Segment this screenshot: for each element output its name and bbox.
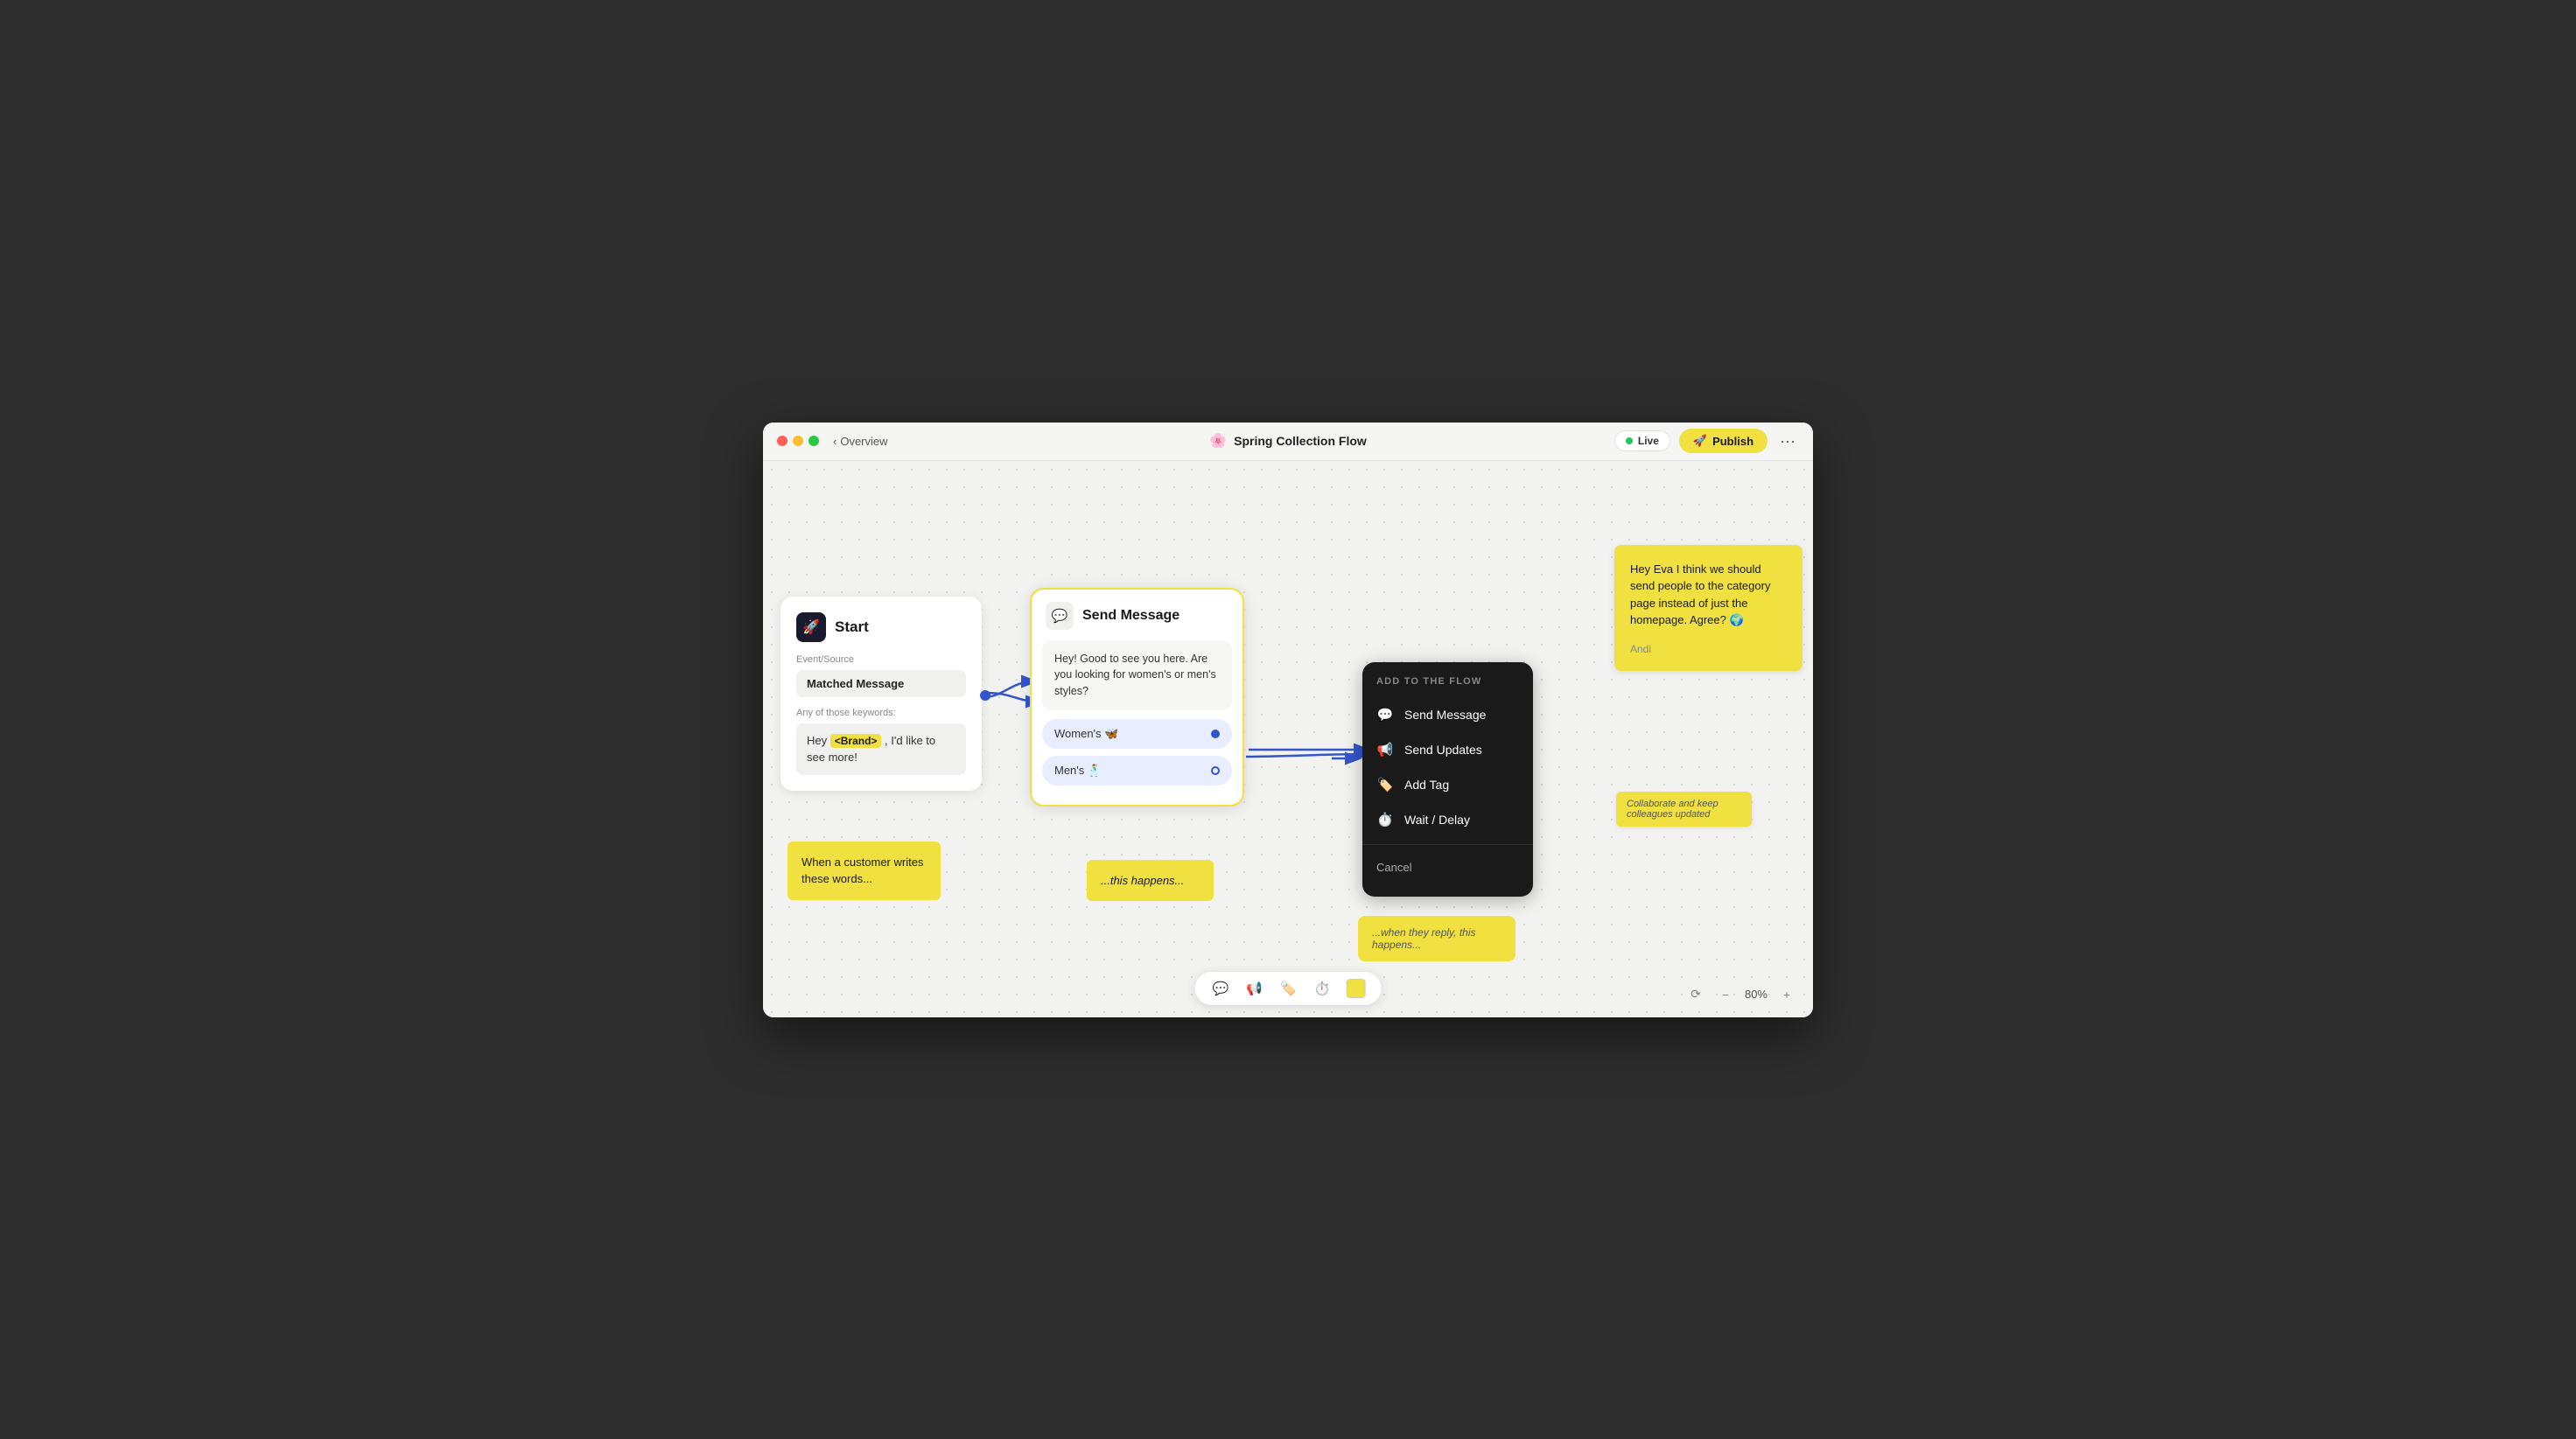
choice-womens[interactable]: Women's 🦋 — [1042, 719, 1232, 749]
add-flow-title: ADD TO THE FLOW — [1362, 676, 1533, 697]
choice-womens-connector — [1211, 730, 1220, 738]
collaborate-text: Collaborate and keep colleagues updated — [1627, 799, 1718, 820]
flow-emoji: 🌸 — [1209, 432, 1227, 450]
comment-author: Andi — [1630, 643, 1787, 655]
send-message-label: Send Message — [1404, 708, 1486, 722]
start-node[interactable]: 🚀 Start Event/Source Matched Message Any… — [780, 597, 982, 791]
sticky-this-happens-text: ...this happens... — [1101, 874, 1184, 887]
start-node-header: 🚀 Start — [796, 612, 966, 642]
zoom-level: 80% — [1745, 988, 1768, 1001]
keyword-box: Hey <Brand> , I'd like to see more! — [796, 723, 966, 775]
titlebar: ‹ Overview 🌸 Spring Collection Flow Live… — [763, 423, 1813, 461]
zoom-out-button[interactable]: − — [1715, 984, 1736, 1005]
menu-add-tag[interactable]: 🏷️ Add Tag — [1362, 767, 1533, 802]
titlebar-actions: Live 🚀 Publish ··· — [1614, 429, 1799, 454]
send-message-node[interactable]: 💬 Send Message Hey! Good to see you here… — [1030, 588, 1244, 807]
flow-title-area: 🌸 Spring Collection Flow — [1209, 432, 1367, 450]
add-tag-icon: 🏷️ — [1376, 777, 1394, 793]
choice-mens-connector — [1211, 766, 1220, 775]
back-chevron: ‹ — [833, 435, 836, 448]
back-label: Overview — [840, 435, 887, 448]
message-node-title: Send Message — [1082, 608, 1180, 624]
event-value: Matched Message — [796, 670, 966, 697]
start-title: Start — [835, 618, 869, 636]
minimize-dot[interactable] — [793, 436, 803, 446]
send-updates-icon: 📢 — [1376, 742, 1394, 758]
sticky-when-customer: When a customer writes these words... — [788, 842, 941, 900]
toolbar-delay-icon[interactable]: ⏱️ — [1312, 979, 1333, 998]
maximize-dot[interactable] — [808, 436, 819, 446]
menu-send-message[interactable]: 💬 Send Message — [1362, 697, 1533, 732]
zoom-in-button[interactable]: + — [1776, 984, 1797, 1005]
toolbar-message-icon[interactable]: 💬 — [1211, 979, 1231, 998]
message-node-header: 💬 Send Message — [1032, 590, 1242, 640]
event-source-label: Event/Source — [796, 654, 966, 665]
flow-canvas[interactable]: 🚀 Start Event/Source Matched Message Any… — [763, 461, 1813, 1017]
send-updates-label: Send Updates — [1404, 743, 1482, 757]
menu-wait-delay[interactable]: ⏱️ Wait / Delay — [1362, 802, 1533, 837]
wait-delay-label: Wait / Delay — [1404, 813, 1470, 827]
toolbar-updates-icon[interactable]: 📢 — [1244, 979, 1264, 998]
flow-name: Spring Collection Flow — [1234, 434, 1367, 448]
sticky-when-reply-text: ...when they reply, this happens... — [1372, 926, 1476, 951]
choice-mens-label: Men's 🕺 — [1054, 764, 1102, 778]
publish-button[interactable]: 🚀 Publish — [1679, 429, 1768, 453]
keywords-label: Any of those keywords: — [796, 708, 966, 718]
window-controls — [777, 436, 819, 446]
menu-divider — [1362, 844, 1533, 845]
live-button[interactable]: Live — [1614, 430, 1670, 451]
wait-delay-icon: ⏱️ — [1376, 812, 1394, 828]
add-to-flow-menu[interactable]: ADD TO THE FLOW 💬 Send Message 📢 Send Up… — [1362, 662, 1533, 897]
message-icon: 💬 — [1046, 602, 1074, 630]
keyword-before: Hey — [807, 734, 830, 747]
choice-mens[interactable]: Men's 🕺 — [1042, 756, 1232, 786]
toolbar-color-picker[interactable] — [1346, 979, 1365, 998]
close-dot[interactable] — [777, 436, 788, 446]
menu-send-updates[interactable]: 📢 Send Updates — [1362, 732, 1533, 767]
message-body: Hey! Good to see you here. Are you looki… — [1042, 640, 1232, 710]
cancel-button[interactable]: Cancel — [1362, 852, 1533, 883]
collaborate-tooltip: Collaborate and keep colleagues updated — [1616, 792, 1752, 827]
start-connector-dot — [980, 690, 990, 701]
toolbar-tag-icon[interactable]: 🏷️ — [1278, 979, 1298, 998]
sticky-when-customer-text: When a customer writes these words... — [802, 856, 923, 886]
more-options-button[interactable]: ··· — [1776, 429, 1799, 454]
live-label: Live — [1638, 435, 1659, 447]
sticky-this-happens: ...this happens... — [1087, 860, 1214, 902]
app-window: ‹ Overview 🌸 Spring Collection Flow Live… — [763, 423, 1813, 1017]
brand-highlight: <Brand> — [830, 734, 882, 748]
add-tag-label: Add Tag — [1404, 778, 1449, 792]
choice-womens-label: Women's 🦋 — [1054, 727, 1118, 741]
publish-label: Publish — [1712, 435, 1754, 448]
publish-icon: 🚀 — [1693, 434, 1707, 448]
sticky-when-reply: ...when they reply, this happens... — [1358, 916, 1516, 961]
zoom-controls: ⟳ − 80% + — [1685, 984, 1797, 1005]
start-icon: 🚀 — [796, 612, 826, 642]
bottom-toolbar: 💬 📢 🏷️ ⏱️ — [1195, 972, 1382, 1005]
live-indicator — [1626, 437, 1633, 444]
comment-text: Hey Eva I think we should send people to… — [1630, 561, 1787, 629]
zoom-reset-button[interactable]: ⟳ — [1685, 984, 1706, 1005]
back-button[interactable]: ‹ Overview — [833, 435, 888, 448]
send-message-icon: 💬 — [1376, 707, 1394, 723]
comment-note[interactable]: Hey Eva I think we should send people to… — [1614, 545, 1802, 671]
